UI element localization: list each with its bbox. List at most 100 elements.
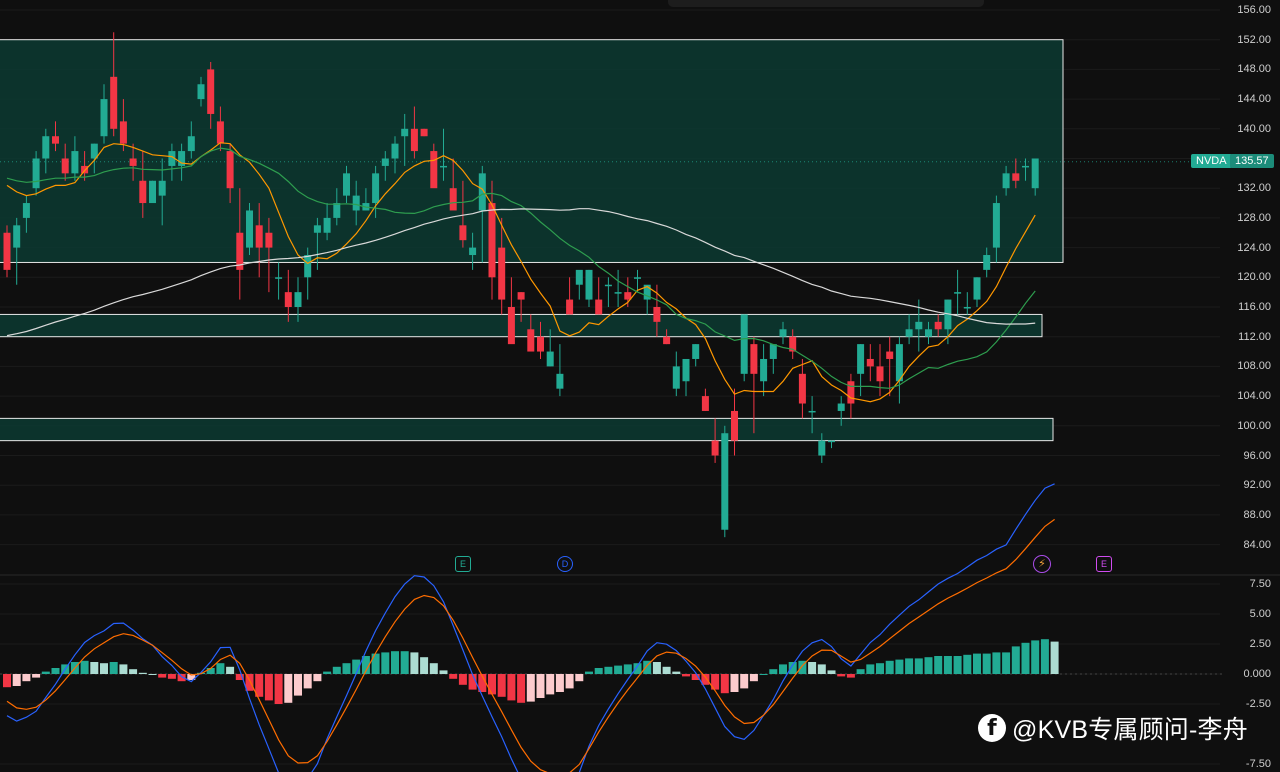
candle-body — [313, 225, 321, 233]
earnings-event-icon[interactable]: E — [455, 556, 471, 572]
macd-histogram-bar — [682, 674, 690, 677]
price-axis-label: 148.00 — [1237, 63, 1271, 76]
candle-body — [905, 329, 913, 337]
candle-body — [750, 344, 758, 374]
macd-histogram-bar — [429, 663, 438, 674]
macd-histogram-bar — [1011, 646, 1020, 674]
macd-histogram-bar — [420, 657, 429, 674]
macd-histogram-bar — [876, 663, 884, 674]
candle-body — [410, 128, 418, 152]
candle-body — [216, 121, 224, 144]
candle-body — [352, 195, 360, 211]
candle-body — [886, 351, 894, 359]
candle-body — [847, 381, 855, 404]
candle-body — [430, 151, 438, 189]
macd-histogram-bar — [846, 674, 855, 678]
candle-body — [226, 151, 234, 189]
macd-histogram-bar — [313, 674, 322, 682]
candle-body — [556, 373, 564, 389]
macd-histogram-bar — [400, 651, 409, 674]
macd-histogram-bar — [749, 674, 758, 682]
candle-body — [653, 307, 661, 322]
candle-body — [158, 180, 166, 196]
macd-histogram-bar — [391, 651, 399, 674]
candle-body — [372, 173, 380, 204]
macd-histogram-bar — [565, 674, 574, 689]
macd-histogram-bar — [769, 669, 778, 674]
price-axis-label: 132.00 — [1237, 182, 1271, 195]
macd-histogram-bar — [381, 652, 390, 674]
price-axis-label: 92.00 — [1243, 479, 1271, 492]
macd-histogram-bar — [963, 654, 972, 674]
macd-histogram-bar — [934, 656, 943, 674]
chart-toolbar[interactable] — [668, 0, 984, 7]
macd-histogram-bar — [109, 662, 118, 674]
macd-histogram-bar — [517, 674, 526, 703]
candle-body — [333, 203, 341, 218]
candle-body — [401, 128, 409, 137]
candle-body — [740, 314, 748, 374]
macd-histogram-bar — [167, 674, 176, 679]
macd-histogram-bar — [41, 671, 50, 674]
macd-histogram-bar — [284, 674, 293, 703]
facebook-icon: f — [978, 714, 1006, 742]
candle-body — [255, 225, 263, 248]
macd-axis-label: -7.50 — [1245, 758, 1271, 770]
stock-chart[interactable] — [0, 0, 1280, 772]
macd-axis-label: -2.50 — [1245, 698, 1271, 710]
candle-body — [604, 284, 612, 287]
macd-histogram-bar — [575, 674, 584, 682]
candle-body — [275, 277, 283, 279]
macd-histogram-bar — [856, 669, 865, 674]
candle-body — [663, 336, 671, 345]
macd-histogram-bar — [458, 674, 467, 685]
split-event-icon[interactable]: ⚡ — [1033, 555, 1051, 573]
candle-body — [391, 143, 399, 159]
upcoming-earnings-event-icon[interactable]: E — [1096, 556, 1112, 572]
price-axis-label: 128.00 — [1237, 211, 1271, 224]
macd-histogram-bar — [779, 664, 787, 674]
dividend-event-icon[interactable]: D — [557, 556, 573, 572]
support-resistance-zone — [0, 417, 1054, 442]
candle-body — [197, 84, 205, 100]
candle-body — [828, 440, 835, 443]
macd-histogram-bar — [90, 662, 99, 674]
macd-histogram-bar — [129, 669, 138, 674]
candle-body — [963, 307, 971, 309]
macd-histogram-bar — [720, 674, 729, 694]
candle-body — [721, 433, 729, 530]
candle-body — [769, 344, 777, 359]
candle-body — [246, 210, 253, 248]
macd-histogram-bar — [536, 674, 545, 698]
candle-body — [81, 165, 89, 174]
candle-body — [478, 173, 486, 211]
macd-histogram-bar — [662, 666, 671, 674]
watermark: f @KVB专属顾问-李舟 — [978, 710, 1248, 746]
candle-body — [954, 292, 962, 294]
price-axis-label: 88.00 — [1243, 508, 1271, 521]
macd-histogram-bar — [895, 659, 904, 674]
candle-body — [61, 158, 69, 174]
candle-body — [323, 217, 331, 233]
macd-histogram-bar — [3, 674, 11, 688]
watermark-text: @KVB专属顾问-李舟 — [1012, 716, 1248, 744]
macd-axis-label: 2.50 — [1249, 638, 1271, 650]
macd-histogram-bar — [837, 674, 846, 677]
macd-histogram-bar — [914, 658, 923, 674]
candle-body — [71, 151, 79, 174]
macd-histogram-bar — [866, 664, 875, 674]
price-axis-label: 144.00 — [1237, 93, 1271, 106]
candle-body — [818, 440, 826, 456]
candle-body — [692, 344, 700, 359]
candle-body — [294, 292, 302, 307]
macd-histogram-bar — [342, 663, 351, 674]
candle-body — [119, 121, 127, 144]
candle-body — [837, 403, 845, 411]
macd-histogram-bar — [924, 657, 933, 674]
candle-body — [100, 99, 108, 137]
macd-histogram-bar — [1002, 652, 1011, 674]
macd-histogram-bar — [604, 666, 613, 674]
price-axis-label: 120.00 — [1237, 271, 1271, 284]
price-axis-label: 116.00 — [1238, 301, 1271, 313]
candle-body — [42, 136, 50, 159]
